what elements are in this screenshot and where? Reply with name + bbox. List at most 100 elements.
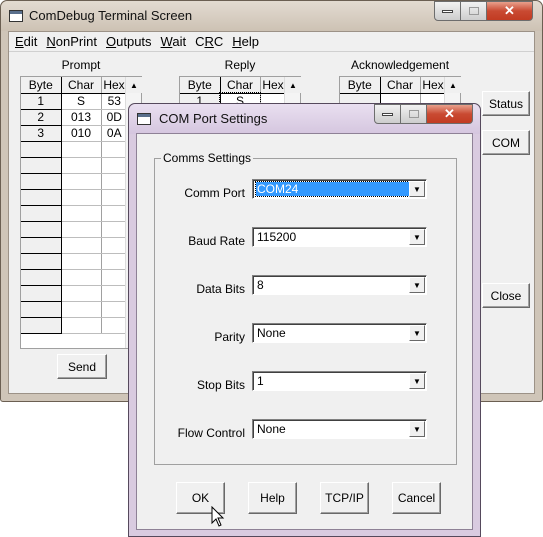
com-button[interactable]: COM xyxy=(482,130,530,155)
scroll-up-icon[interactable]: ▲ xyxy=(445,77,461,93)
table-row[interactable]: 2 013 0D xyxy=(21,109,127,126)
cell-char[interactable] xyxy=(61,237,102,254)
table-row[interactable] xyxy=(21,221,127,238)
cell-hex[interactable] xyxy=(101,221,127,238)
table-row[interactable] xyxy=(21,301,127,318)
cell-hex[interactable] xyxy=(101,317,127,334)
cell-char[interactable]: S xyxy=(61,93,102,110)
minimize-button[interactable] xyxy=(434,1,461,21)
cell-byte[interactable] xyxy=(21,269,62,286)
cell-hex[interactable] xyxy=(101,285,127,302)
cell-hex[interactable]: 0D xyxy=(101,109,127,126)
chevron-down-icon[interactable]: ▼ xyxy=(409,373,425,389)
cell-char[interactable]: 010 xyxy=(61,125,102,142)
column-header-byte[interactable]: Byte xyxy=(180,77,221,94)
column-header-hex[interactable]: Hex xyxy=(420,77,447,94)
chevron-down-icon[interactable]: ▼ xyxy=(409,277,425,293)
table-row[interactable] xyxy=(21,205,127,222)
column-header-char[interactable]: Char xyxy=(61,77,102,94)
column-header-hex[interactable]: Hex xyxy=(260,77,287,94)
baud-rate-select[interactable]: 115200 ▼ xyxy=(252,227,427,247)
cell-hex[interactable] xyxy=(101,205,127,222)
cell-byte[interactable] xyxy=(21,237,62,254)
cell-char[interactable] xyxy=(61,253,102,270)
cell-hex[interactable] xyxy=(101,237,127,254)
cell-char[interactable] xyxy=(61,205,102,222)
cell-char[interactable]: 013 xyxy=(61,109,102,126)
table-row[interactable] xyxy=(21,285,127,302)
column-header-byte[interactable]: Byte xyxy=(340,77,381,94)
table-row[interactable] xyxy=(21,269,127,286)
cell-char[interactable] xyxy=(61,189,102,206)
cell-byte[interactable]: 1 xyxy=(21,93,62,110)
cell-char[interactable] xyxy=(61,285,102,302)
menu-outputs[interactable]: Outputs xyxy=(100,32,152,51)
column-header-hex[interactable]: Hex xyxy=(101,77,128,94)
table-row[interactable] xyxy=(21,173,127,190)
chevron-down-icon[interactable]: ▼ xyxy=(409,181,425,197)
comm-port-select[interactable]: COM24 ▼ xyxy=(252,179,427,199)
flow-control-select[interactable]: None ▼ xyxy=(252,419,427,439)
dialog-maximize-button[interactable] xyxy=(401,104,427,124)
prompt-grid[interactable]: Byte Char Hex 1 S 53 2 013 0D 3 010 0A ▲ xyxy=(20,76,142,349)
chevron-down-icon[interactable]: ▼ xyxy=(409,325,425,341)
table-row[interactable]: 3 010 0A xyxy=(21,125,127,142)
scroll-up-icon[interactable]: ▲ xyxy=(126,77,142,93)
menu-nonprint[interactable]: NonPrint xyxy=(40,32,97,51)
cell-char[interactable] xyxy=(61,173,102,190)
cell-hex[interactable] xyxy=(101,141,127,158)
data-bits-select[interactable]: 8 ▼ xyxy=(252,275,427,295)
cell-char[interactable] xyxy=(61,141,102,158)
cell-char[interactable] xyxy=(61,269,102,286)
column-header-char[interactable]: Char xyxy=(220,77,261,94)
cell-byte[interactable]: 2 xyxy=(21,109,62,126)
cancel-button[interactable]: Cancel xyxy=(392,482,441,514)
cell-byte[interactable] xyxy=(21,157,62,174)
dialog-titlebar[interactable]: COM Port Settings ✕ xyxy=(129,104,480,134)
cell-byte[interactable] xyxy=(21,205,62,222)
cell-byte[interactable] xyxy=(21,301,62,318)
cell-char[interactable] xyxy=(61,317,102,334)
cell-byte[interactable] xyxy=(21,253,62,270)
cell-byte[interactable]: 3 xyxy=(21,125,62,142)
cell-byte[interactable] xyxy=(21,141,62,158)
table-row[interactable] xyxy=(21,253,127,270)
cell-byte[interactable] xyxy=(21,285,62,302)
help-button[interactable]: Help xyxy=(248,482,297,514)
cell-hex[interactable]: 53 xyxy=(101,93,127,110)
cell-hex[interactable] xyxy=(101,253,127,270)
table-row[interactable] xyxy=(21,237,127,254)
table-row[interactable]: 1 S 53 xyxy=(21,93,127,110)
dialog-minimize-button[interactable] xyxy=(374,104,401,124)
cell-char[interactable] xyxy=(61,221,102,238)
tcpip-button[interactable]: TCP/IP xyxy=(320,482,369,514)
menu-crc[interactable]: CRC xyxy=(189,32,223,51)
cell-char[interactable] xyxy=(61,301,102,318)
table-row[interactable] xyxy=(21,189,127,206)
cell-byte[interactable] xyxy=(21,173,62,190)
cell-hex[interactable] xyxy=(101,157,127,174)
status-button[interactable]: Status xyxy=(482,91,530,116)
column-header-byte[interactable]: Byte xyxy=(21,77,62,94)
close-window-button[interactable]: ✕ xyxy=(487,1,533,21)
cell-byte[interactable] xyxy=(21,221,62,238)
table-row[interactable] xyxy=(21,317,127,334)
chevron-down-icon[interactable]: ▼ xyxy=(409,421,425,437)
menu-wait[interactable]: Wait xyxy=(155,32,187,51)
scroll-up-icon[interactable]: ▲ xyxy=(285,77,301,93)
parity-select[interactable]: None ▼ xyxy=(252,323,427,343)
main-titlebar[interactable]: ComDebug Terminal Screen ✕ xyxy=(1,1,542,31)
cell-char[interactable] xyxy=(61,157,102,174)
table-row[interactable] xyxy=(21,157,127,174)
menu-help[interactable]: Help xyxy=(226,32,259,51)
send-button[interactable]: Send xyxy=(57,354,107,379)
table-row[interactable] xyxy=(21,141,127,158)
cell-byte[interactable] xyxy=(21,189,62,206)
cell-hex[interactable] xyxy=(101,189,127,206)
dialog-close-button[interactable]: ✕ xyxy=(427,104,473,124)
close-button[interactable]: Close xyxy=(482,283,530,308)
cell-hex[interactable] xyxy=(101,173,127,190)
chevron-down-icon[interactable]: ▼ xyxy=(409,229,425,245)
cell-hex[interactable] xyxy=(101,269,127,286)
column-header-char[interactable]: Char xyxy=(380,77,421,94)
